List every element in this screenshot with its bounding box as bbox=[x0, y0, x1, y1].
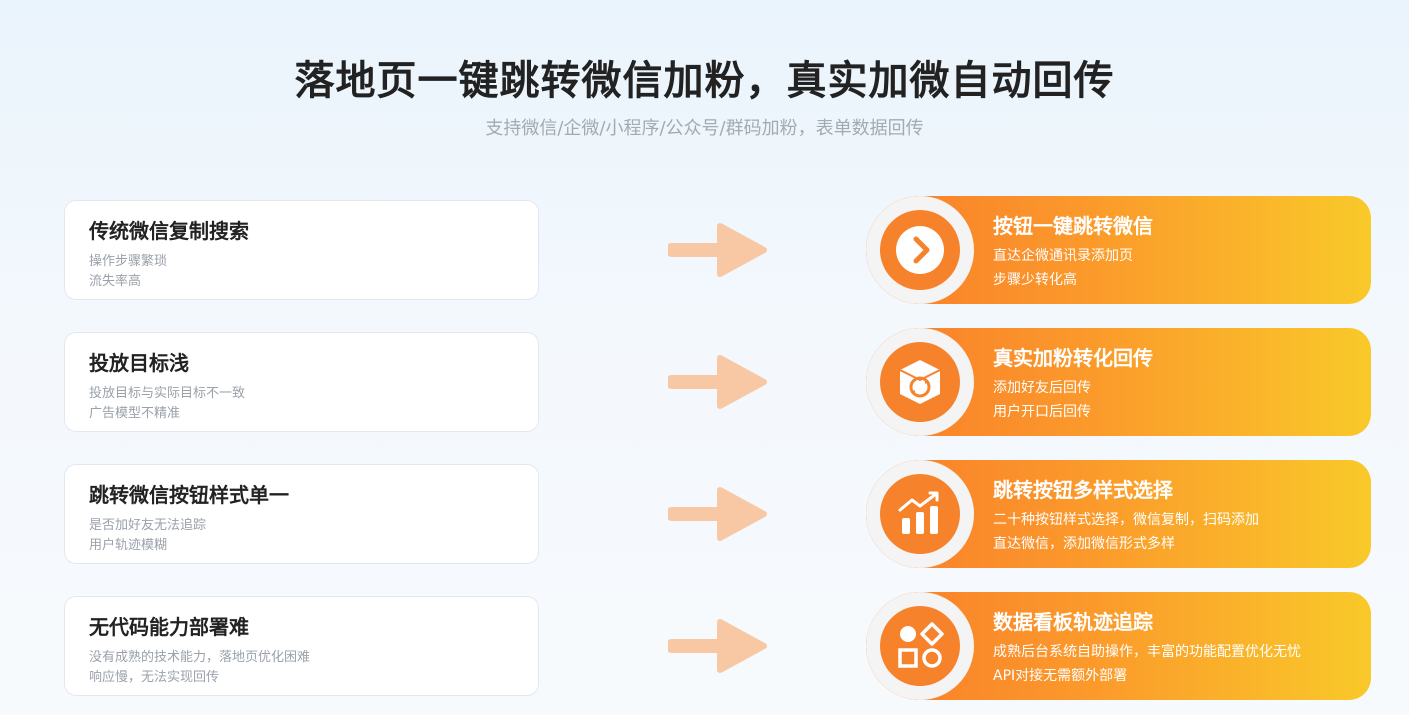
solution-desc: 二十种按钮样式选择，微信复制，扫码添加 直达微信，添加微信形式多样 bbox=[993, 508, 1259, 556]
solution-desc-2: 用户开口后回传 bbox=[993, 404, 1091, 420]
solution-card: 跳转按钮多样式选择 二十种按钮样式选择，微信复制，扫码添加 直达微信，添加微信形… bbox=[866, 460, 1371, 568]
shapes-icon bbox=[898, 622, 944, 668]
icon-ring bbox=[866, 460, 974, 568]
problem-desc-1: 投放目标与实际目标不一致 bbox=[89, 386, 246, 401]
icon-ring bbox=[866, 328, 974, 436]
solution-desc-2: 直达微信，添加微信形式多样 bbox=[993, 536, 1175, 552]
arrow-right-icon bbox=[668, 619, 767, 673]
solution-desc-1: 二十种按钮样式选择，微信复制，扫码添加 bbox=[993, 512, 1259, 528]
solution-desc-2: API对接无需额外部署 bbox=[993, 668, 1128, 684]
problem-card: 跳转微信按钮样式单一 是否加好友无法追踪 用户轨迹模糊 bbox=[64, 464, 539, 564]
solution-title: 跳转按钮多样式选择 bbox=[993, 478, 1173, 502]
solution-card: 按钮一键跳转微信 直达企微通讯录添加页 步骤少转化高 bbox=[866, 196, 1371, 304]
problem-title: 投放目标浅 bbox=[89, 351, 189, 375]
solution-title: 真实加粉转化回传 bbox=[993, 346, 1153, 370]
solution-card: 真实加粉转化回传 添加好友后回传 用户开口后回传 bbox=[866, 328, 1371, 436]
icon-ring bbox=[866, 196, 974, 304]
problem-title: 传统微信复制搜索 bbox=[89, 219, 249, 243]
solution-desc: 成熟后台系统自助操作，丰富的功能配置优化无忧 API对接无需额外部署 bbox=[993, 640, 1301, 688]
icon-ring bbox=[866, 592, 974, 700]
problem-desc-2: 用户轨迹模糊 bbox=[89, 538, 168, 553]
solution-title: 数据看板轨迹追踪 bbox=[993, 610, 1153, 634]
solution-desc-1: 成熟后台系统自助操作，丰富的功能配置优化无忧 bbox=[993, 644, 1301, 660]
problem-card: 投放目标浅 投放目标与实际目标不一致 广告模型不精准 bbox=[64, 332, 539, 432]
icon-badge bbox=[880, 474, 960, 554]
solution-desc-1: 直达企微通讯录添加页 bbox=[993, 248, 1133, 264]
problem-desc-2: 广告模型不精准 bbox=[89, 406, 181, 421]
arrow-right-icon bbox=[668, 355, 767, 409]
arrow-right-icon bbox=[668, 487, 767, 541]
icon-badge bbox=[880, 210, 960, 290]
solution-desc: 直达企微通讯录添加页 步骤少转化高 bbox=[993, 244, 1133, 292]
problem-desc-2: 流失率高 bbox=[89, 274, 142, 289]
icon-badge bbox=[880, 606, 960, 686]
sync-box-icon bbox=[899, 360, 941, 404]
solution-title: 按钮一键跳转微信 bbox=[993, 214, 1153, 238]
page-title: 落地页一键跳转微信加粉，真实加微自动回传 bbox=[294, 58, 1115, 104]
page-subtitle: 支持微信/企微/小程序/公众号/群码加粉，表单数据回传 bbox=[485, 118, 924, 139]
solution-desc-2: 步骤少转化高 bbox=[993, 272, 1077, 288]
problem-card: 无代码能力部署难 没有成熟的技术能力，落地页优化困难 响应慢，无法实现回传 bbox=[64, 596, 539, 696]
solution-desc: 添加好友后回传 用户开口后回传 bbox=[993, 376, 1091, 424]
problem-desc-2: 响应慢，无法实现回传 bbox=[89, 670, 220, 685]
chevron-right-icon bbox=[896, 226, 944, 274]
problem-desc-1: 没有成熟的技术能力，落地页优化困难 bbox=[89, 650, 311, 665]
bar-chart-icon bbox=[898, 491, 939, 534]
arrow-right-icon bbox=[668, 223, 767, 277]
problem-title: 跳转微信按钮样式单一 bbox=[89, 483, 289, 507]
solution-card: 数据看板轨迹追踪 成熟后台系统自助操作，丰富的功能配置优化无忧 API对接无需额… bbox=[866, 592, 1371, 700]
problem-card: 传统微信复制搜索 操作步骤繁琐 流失率高 bbox=[64, 200, 539, 300]
problem-title: 无代码能力部署难 bbox=[89, 615, 249, 639]
solution-desc-1: 添加好友后回传 bbox=[993, 380, 1091, 396]
problem-desc-1: 是否加好友无法追踪 bbox=[89, 518, 207, 533]
icon-badge bbox=[880, 342, 960, 422]
problem-desc-1: 操作步骤繁琐 bbox=[89, 254, 168, 269]
